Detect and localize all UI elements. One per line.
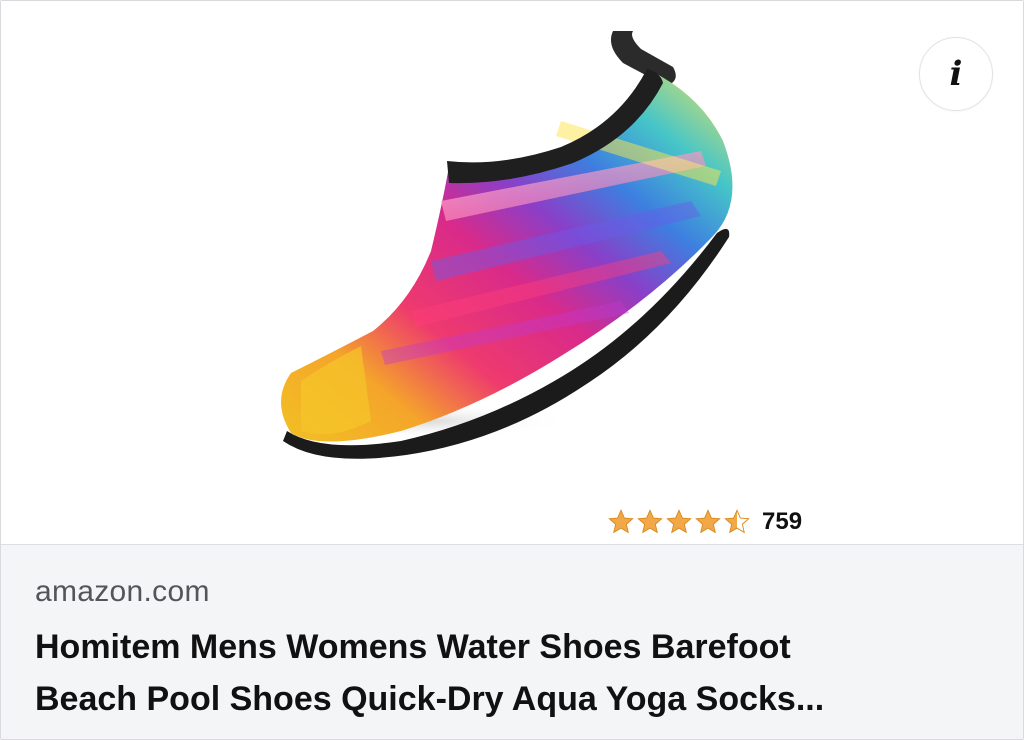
rating-count: 759 [762,508,803,535]
info-button[interactable]: i [919,37,993,111]
star-rating: 759 [607,506,802,538]
star-full-icon [666,509,692,534]
star-full-icon [608,509,634,534]
source-domain: amazon.com [35,575,210,608]
link-preview-card[interactable]: i 759 amazon.com Homitem Mens Womens Wat… [0,0,1024,740]
star-half-icon [724,509,750,534]
star-full-icon [637,509,663,534]
product-title: Homitem Mens Womens Water Shoes Barefoot… [35,621,995,725]
product-image [271,31,733,459]
rating-stars [607,508,752,536]
info-icon: i [949,54,963,94]
product-image-area[interactable]: i 759 [1,1,1023,544]
link-preview-footer[interactable]: amazon.com Homitem Mens Womens Water Sho… [1,544,1023,739]
product-title-line-1: Homitem Mens Womens Water Shoes Barefoot [35,628,791,666]
star-full-icon [695,509,721,534]
product-title-line-2: Beach Pool Shoes Quick-Dry Aqua Yoga Soc… [35,680,825,718]
